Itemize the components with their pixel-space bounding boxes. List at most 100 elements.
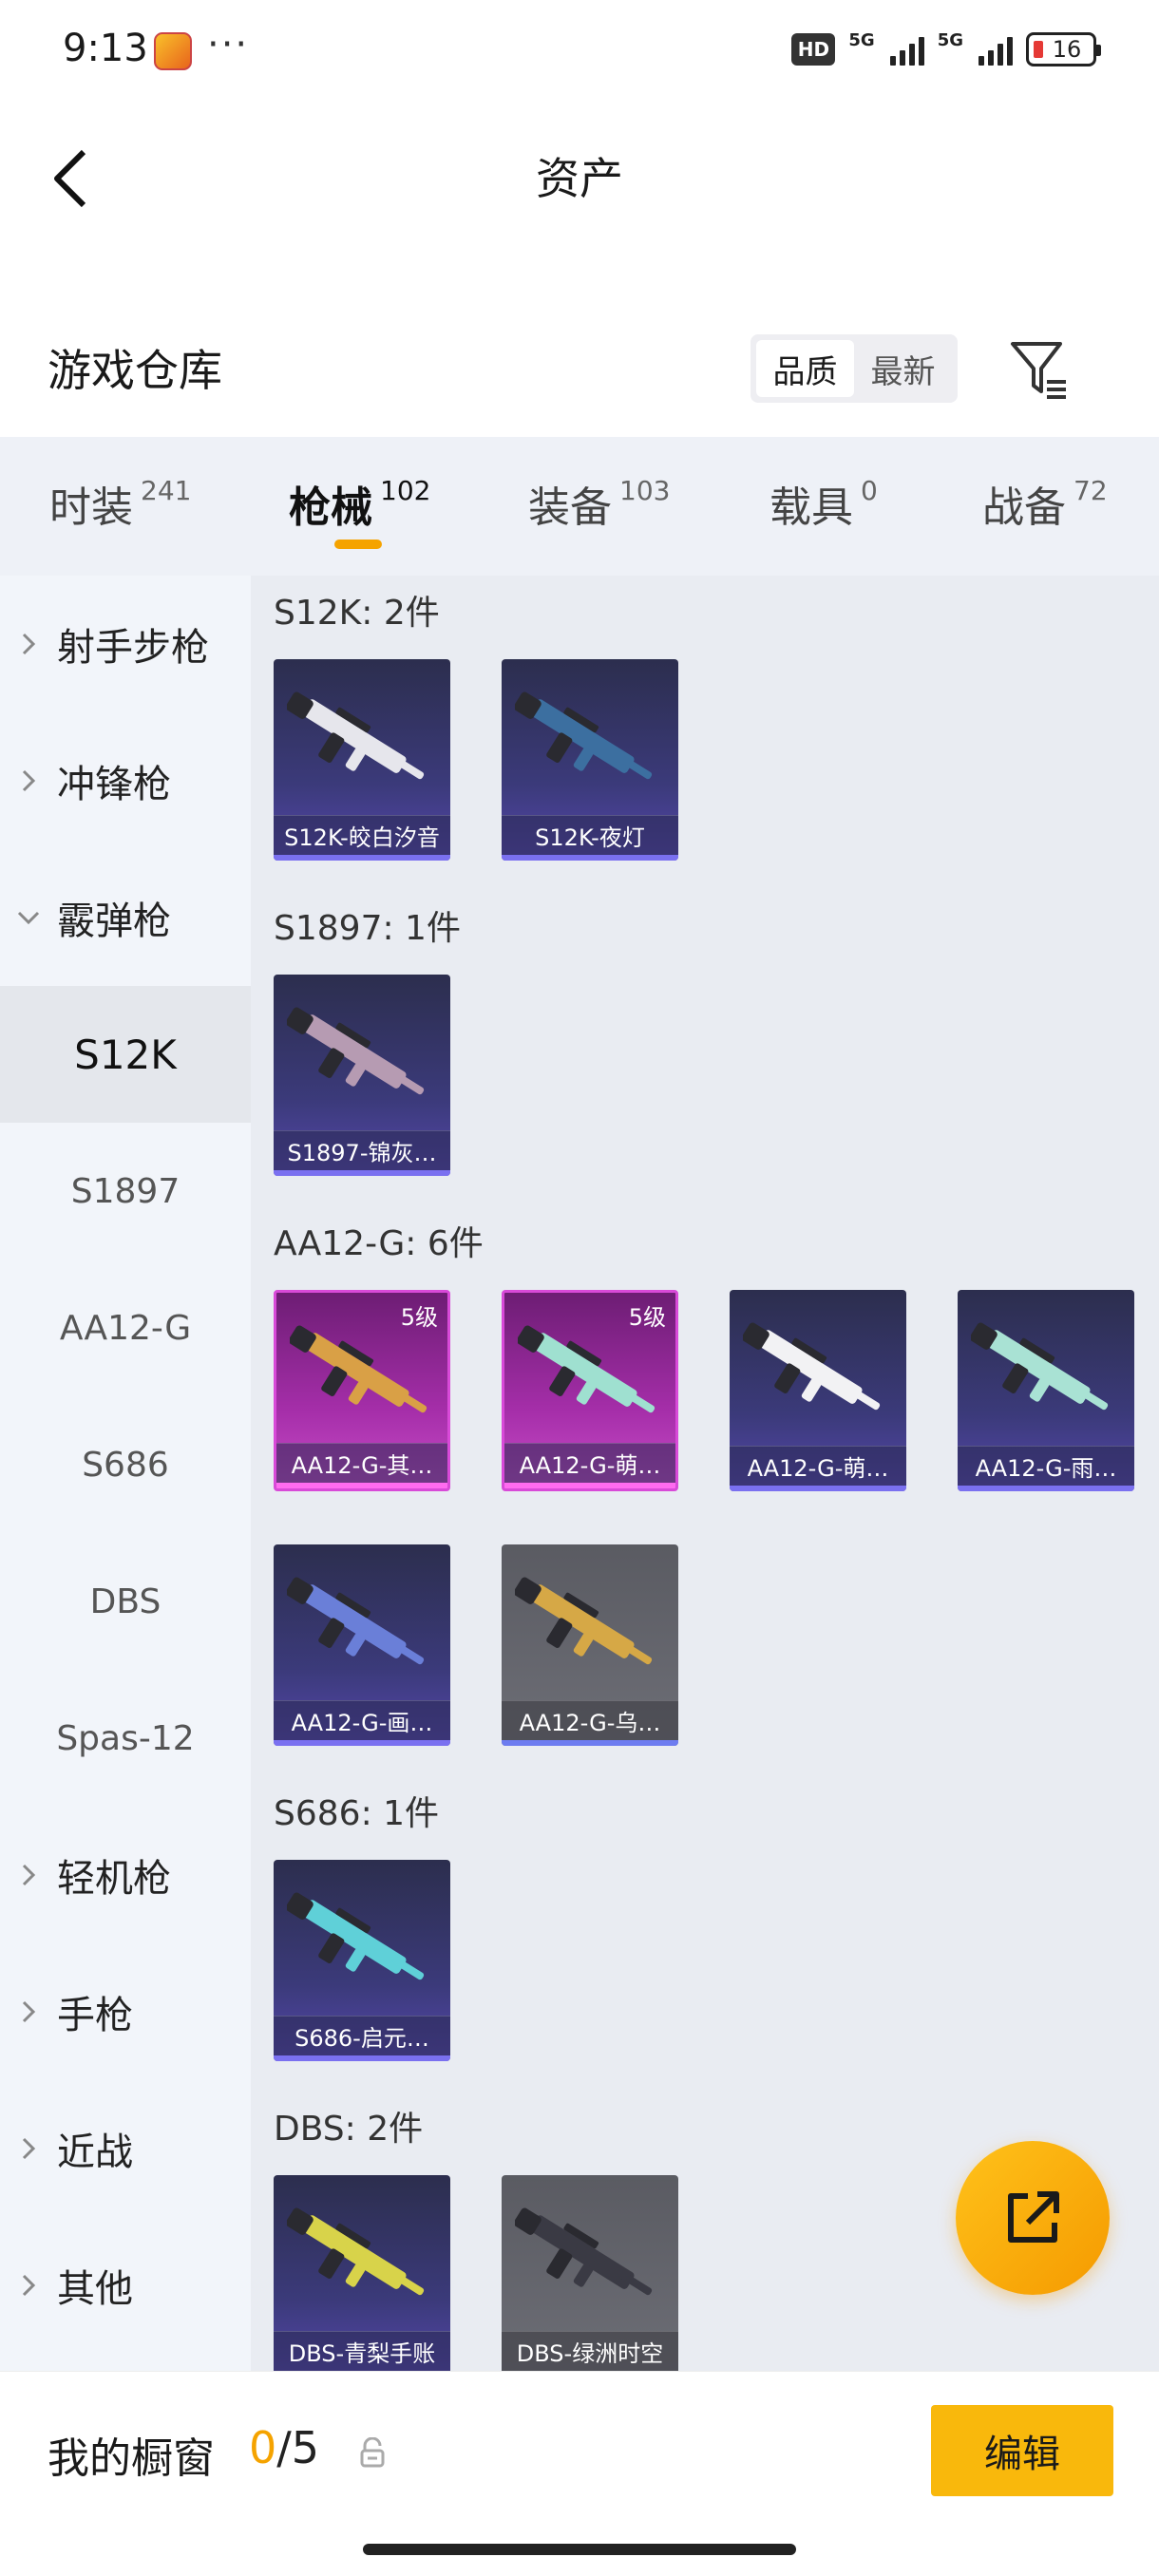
rarity-bar [502, 855, 678, 861]
tab-label: 枪械 [289, 483, 372, 532]
sidebar-sub-s12k[interactable]: S12K [0, 986, 251, 1123]
weapon-card-name: AA12-G-萌… [730, 1446, 906, 1486]
weapon-card[interactable]: AA12-G-乌… [502, 1544, 678, 1746]
tab-label: 战备 [982, 483, 1066, 532]
sort-by-quality-button[interactable]: 品质 [756, 340, 854, 397]
sort-toggle: 品质 最新 [750, 334, 958, 403]
weapon-card[interactable]: AA12-G-萌… [730, 1290, 906, 1491]
sidebar-item-label: 轻机枪 [57, 1857, 171, 1901]
sidebar-item-label: 其他 [57, 2267, 133, 2311]
weapon-card-name: DBS-青梨手账 [274, 2331, 450, 2371]
chevron-right-icon [0, 1863, 57, 1887]
level-badge: 5级 [400, 1304, 438, 1331]
sidebar-sub-dbs[interactable]: DBS [0, 1533, 251, 1670]
hd-icon: HD [791, 33, 836, 66]
weapon-skin-image [287, 1007, 425, 1095]
weapon-card[interactable]: DBS-绿洲时空 [502, 2175, 678, 2371]
group-header: S686: 1件 [274, 1794, 440, 1833]
tab-count: 241 [141, 475, 192, 506]
sidebar-item-pistol[interactable]: 手枪 [0, 1943, 251, 2080]
weapon-skin-image [971, 1322, 1109, 1411]
network-type-2: 5G [937, 30, 963, 50]
filter-button[interactable] [1005, 334, 1074, 403]
showcase-count: 0/5 [249, 2422, 319, 2473]
battery-icon: 16 [1026, 32, 1101, 66]
sidebar-item-melee[interactable]: 近战 [0, 2080, 251, 2217]
group-header: AA12-G: 6件 [274, 1224, 484, 1263]
sidebar-item-other[interactable]: 其他 [0, 2217, 251, 2354]
tab-fashion[interactable]: 时装 241 [49, 473, 191, 534]
weapon-card-name: AA12-G-画… [274, 1700, 450, 1740]
page-title: 资产 [536, 153, 623, 204]
tab-count: 102 [380, 475, 431, 506]
weapon-card[interactable]: AA12-G-画… [274, 1544, 450, 1746]
weapon-card[interactable]: S12K-夜灯 [502, 659, 678, 861]
rarity-bar [274, 1170, 450, 1176]
weapon-card-name: AA12-G-雨… [958, 1446, 1134, 1486]
weapon-card[interactable]: AA12-G-雨… [958, 1290, 1134, 1491]
rarity-bar [504, 1483, 675, 1488]
sidebar-item-lmg[interactable]: 轻机枪 [0, 1807, 251, 1943]
weapon-skin-image [287, 691, 425, 780]
tab-count: 72 [1074, 475, 1108, 506]
chevron-right-icon [0, 632, 57, 656]
tab-vehicles[interactable]: 载具 0 [770, 473, 878, 534]
filter-icon [1011, 342, 1066, 399]
rarity-bar [274, 855, 450, 861]
status-indicators: HD 5G 5G 16 [791, 30, 1101, 66]
edit-button[interactable]: 编辑 [931, 2405, 1113, 2496]
weapon-card-name: S12K-皎白汐音 [274, 815, 450, 855]
share-fab-button[interactable] [956, 2141, 1110, 2295]
chevron-down-icon [0, 910, 57, 925]
sidebar-sub-spas12[interactable]: Spas-12 [0, 1670, 251, 1807]
rarity-bar [274, 2055, 450, 2061]
weapon-card-name: DBS-绿洲时空 [502, 2331, 678, 2371]
weapon-card[interactable]: 5级 AA12-G-萌… [502, 1290, 678, 1491]
sidebar-item-label: 冲锋枪 [57, 763, 171, 806]
weapon-card[interactable]: S12K-皎白汐音 [274, 659, 450, 861]
weapon-card-name: S12K-夜灯 [502, 815, 678, 855]
tab-guns[interactable]: 枪械 102 [289, 473, 430, 534]
showcase-total: /5 [276, 2422, 320, 2473]
status-bar: 9:13 ··· HD 5G 5G 16 [0, 0, 1159, 104]
weapon-skin-image [287, 1892, 425, 1980]
weapon-card[interactable]: DBS-青梨手账 [274, 2175, 450, 2371]
sidebar-item-smg[interactable]: 冲锋枪 [0, 712, 251, 849]
lock-icon [360, 2437, 385, 2468]
chevron-right-icon [0, 768, 57, 793]
home-indicator[interactable] [363, 2544, 796, 2555]
weapon-skin-image [518, 1325, 656, 1413]
tab-supplies[interactable]: 战备 72 [982, 473, 1108, 534]
active-tab-indicator [334, 540, 382, 549]
back-button[interactable] [42, 141, 99, 217]
weapon-card[interactable]: 5级 AA12-G-其… [274, 1290, 450, 1491]
tab-count: 103 [619, 475, 671, 506]
tab-label: 载具 [770, 483, 853, 532]
weapon-card-name: S686-启元… [274, 2016, 450, 2055]
more-notifications-icon: ··· [207, 23, 250, 66]
network-type-1: 5G [848, 30, 875, 50]
group-header: S1897: 1件 [274, 909, 461, 948]
tab-equipment[interactable]: 装备 103 [528, 473, 670, 534]
weapon-card[interactable]: S1897-锦灰… [274, 975, 450, 1176]
sidebar-sub-s1897[interactable]: S1897 [0, 1123, 251, 1260]
sort-by-newest-button[interactable]: 最新 [854, 340, 952, 397]
weapon-card[interactable]: S686-启元… [274, 1860, 450, 2061]
sidebar-item-label: 手枪 [57, 1994, 133, 2037]
sidebar-item-sniper[interactable]: 射手步枪 [0, 576, 251, 712]
sidebar-item-label: 射手步枪 [57, 626, 209, 670]
signal-icon-2 [978, 33, 1013, 66]
category-tabs: 时装 241 枪械 102 装备 103 载具 0 战备 72 [0, 437, 1159, 576]
share-icon [1008, 2191, 1059, 2243]
chevron-left-icon [54, 149, 86, 208]
weapon-card-name: AA12-G-萌… [504, 1443, 675, 1483]
group-header: DBS: 2件 [274, 2110, 424, 2149]
weapon-card-name: AA12-G-乌… [502, 1700, 678, 1740]
sidebar-item-shotgun[interactable]: 霰弹枪 [0, 849, 251, 986]
battery-level: 16 [1052, 36, 1082, 63]
sidebar-sub-s686[interactable]: S686 [0, 1396, 251, 1533]
rarity-bar [276, 1483, 447, 1488]
warehouse-title: 游戏仓库 [48, 345, 222, 396]
sidebar-sub-aa12g[interactable]: AA12-G [0, 1260, 251, 1396]
weapon-card-name: AA12-G-其… [276, 1443, 447, 1483]
